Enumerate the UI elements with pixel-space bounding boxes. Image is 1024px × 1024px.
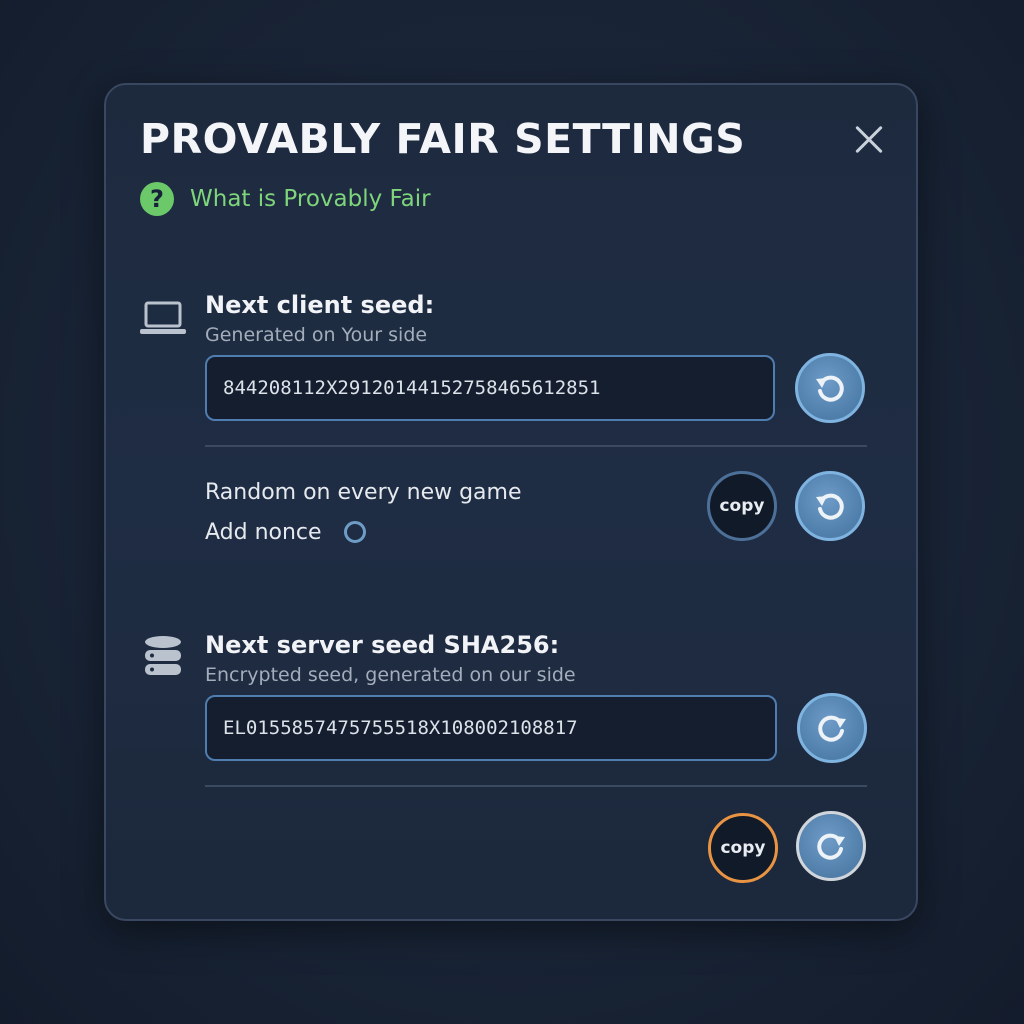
add-nonce-label: Add nonce — [205, 520, 322, 545]
server-seed-subtitle: Encrypted seed, generated on our side — [205, 664, 576, 686]
modal-title: PROVABLY FAIR SETTINGS — [140, 115, 746, 163]
question-icon: ? — [140, 182, 174, 216]
client-seed-subtitle: Generated on Your side — [205, 324, 428, 346]
server-seed-input[interactable] — [205, 695, 777, 761]
copy-server-seed-button[interactable]: copy — [708, 813, 778, 883]
refresh-client-seed-button[interactable] — [795, 471, 865, 541]
refresh-cw-icon — [818, 715, 846, 742]
help-link-label: What is Provably Fair — [190, 186, 431, 212]
server-divider — [205, 785, 867, 787]
provably-fair-modal: PROVABLY FAIR SETTINGS ? What is Provabl… — [104, 83, 918, 921]
close-icon[interactable] — [848, 120, 888, 160]
client-seed-input[interactable] — [205, 355, 775, 421]
regenerate-server-seed-button[interactable] — [797, 693, 867, 763]
add-nonce-toggle[interactable] — [344, 521, 366, 543]
what-is-provably-fair-link[interactable]: ? What is Provably Fair — [140, 181, 431, 217]
refresh-server-seed-button[interactable] — [796, 811, 866, 881]
regenerate-client-seed-button[interactable] — [795, 353, 865, 423]
client-seed-title: Next client seed: — [205, 291, 435, 319]
copy-client-seed-label: copy — [719, 496, 765, 516]
refresh-ccw-icon — [816, 493, 844, 520]
database-icon — [145, 636, 181, 675]
laptop-icon — [140, 301, 186, 334]
copy-server-seed-label: copy — [720, 838, 766, 858]
client-divider — [205, 445, 867, 447]
refresh-ccw-icon — [816, 375, 844, 402]
copy-client-seed-button[interactable]: copy — [707, 471, 777, 541]
refresh-cw-icon — [817, 833, 845, 860]
server-seed-title: Next server seed SHA256: — [205, 631, 560, 659]
random-on-every-game-label: Random on every new game — [205, 480, 522, 505]
